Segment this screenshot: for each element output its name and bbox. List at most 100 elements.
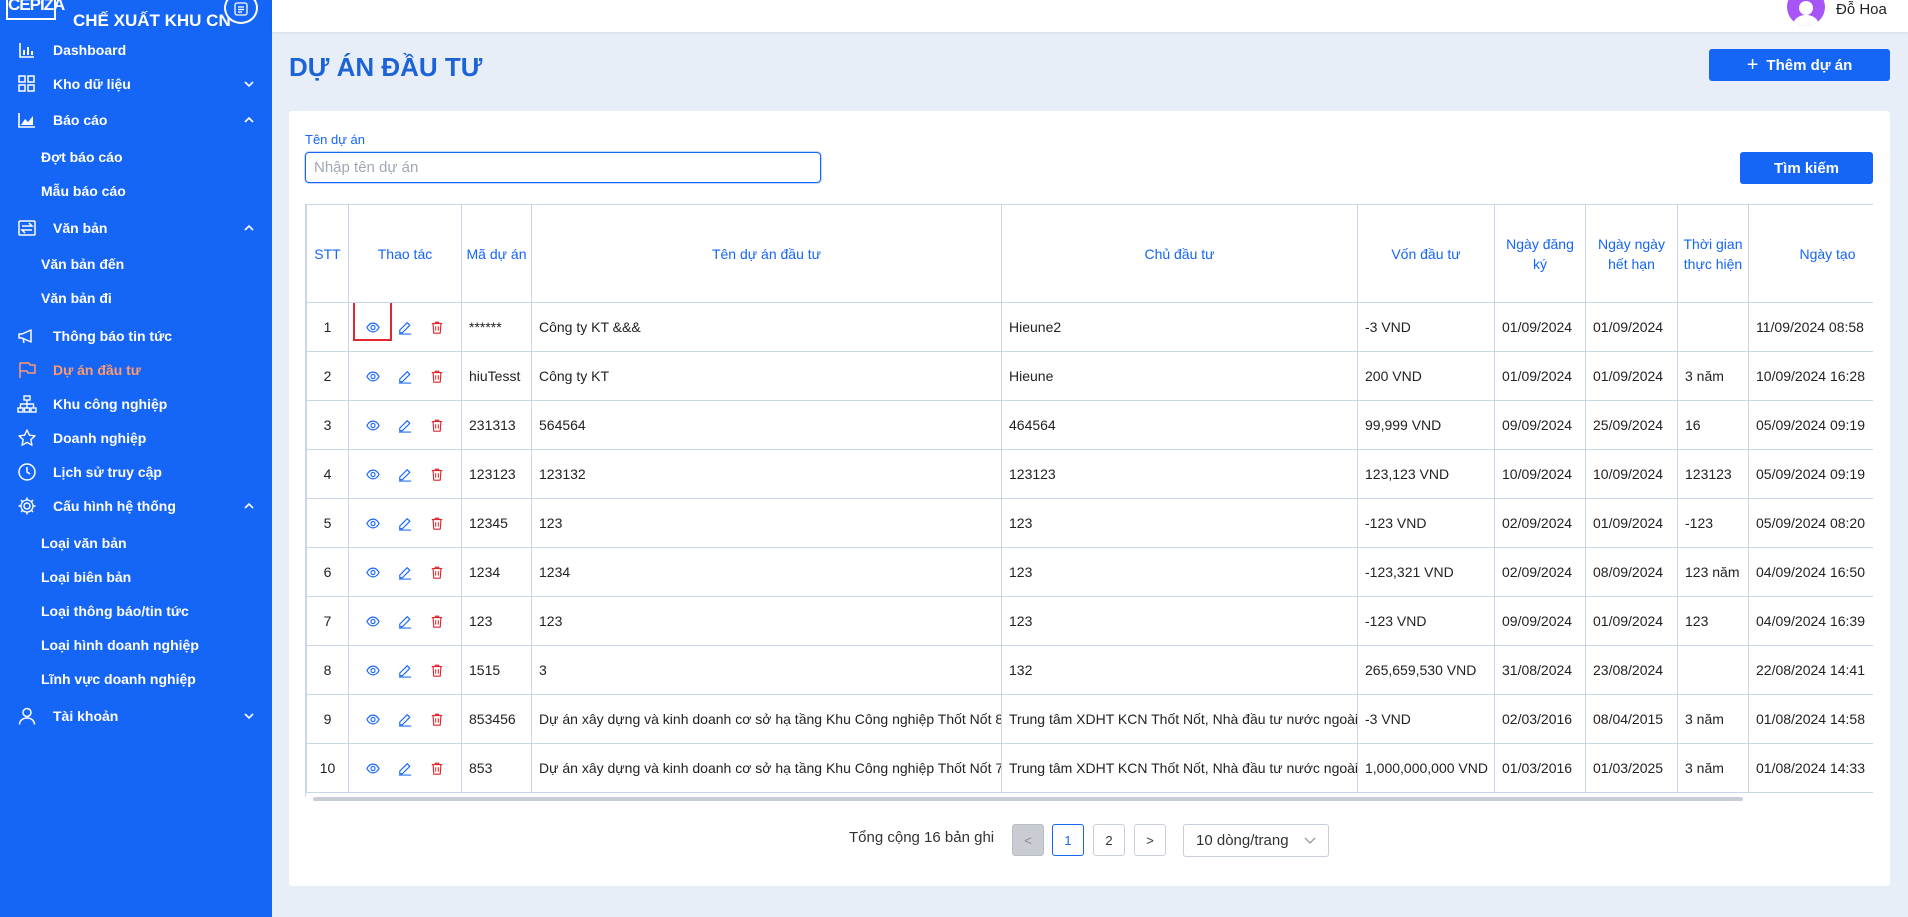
edit-icon[interactable]: [398, 516, 412, 531]
cell-code: 123123: [461, 449, 532, 499]
sidebar-item-dashboard[interactable]: Dashboard: [0, 35, 272, 65]
cell-owner: 123: [1001, 498, 1358, 548]
user-name[interactable]: Đỗ Hoa: [1836, 1, 1887, 18]
cell-code: 231313: [461, 400, 532, 450]
sidebar-subitem-incoming-docs[interactable]: Văn bản đến: [0, 249, 272, 277]
view-icon[interactable]: [366, 320, 380, 334]
chevron-down-icon: [244, 713, 254, 720]
horizontal-scrollbar[interactable]: [313, 797, 1743, 801]
table-row[interactable]: 8 1515 3 132 265,659,530 VND 31/08/2024 23/08/…: [306, 645, 1873, 695]
sidebar-item-reports[interactable]: Báo cáo: [0, 105, 272, 135]
sidebar-item-enterprises[interactable]: Doanh nghiệp: [0, 423, 272, 453]
cell-code: 853456: [461, 694, 532, 744]
delete-icon[interactable]: [430, 320, 444, 334]
edit-icon[interactable]: [398, 467, 412, 482]
sidebar-item-investment-projects[interactable]: Dự án đầu tư: [0, 355, 272, 385]
delete-icon[interactable]: [430, 467, 444, 481]
cell-duration: [1677, 645, 1749, 695]
sidebar-item-industrial-parks[interactable]: Khu công nghiệp: [0, 389, 272, 419]
table-row[interactable]: 7 123 123 123 -123 VND 09/09/2024 01/09/2024 12…: [306, 596, 1873, 646]
cell-exp-date: 01/03/2025: [1585, 743, 1678, 793]
delete-icon[interactable]: [430, 369, 444, 383]
delete-icon[interactable]: [430, 712, 444, 726]
sidebar-subitem-label: Loại biên bản: [41, 569, 132, 585]
view-icon[interactable]: [366, 516, 380, 530]
sidebar-subitem-report-template[interactable]: Mẫu báo cáo: [0, 176, 272, 204]
edit-icon[interactable]: [398, 663, 412, 678]
edit-icon[interactable]: [398, 614, 412, 629]
edit-icon[interactable]: [398, 320, 412, 335]
delete-icon[interactable]: [430, 614, 444, 628]
next-page-button[interactable]: >: [1134, 824, 1166, 856]
page-button-2[interactable]: 2: [1093, 824, 1125, 856]
edit-icon[interactable]: [398, 712, 412, 727]
table-row[interactable]: 6 1234 1234 123 -123,321 VND 02/09/2024 08/09/…: [306, 547, 1873, 597]
delete-icon[interactable]: [430, 418, 444, 432]
sidebar-item-access-history[interactable]: Lịch sử truy cập: [0, 457, 272, 487]
delete-icon[interactable]: [430, 565, 444, 579]
page-button-1[interactable]: 1: [1052, 824, 1084, 856]
table-row[interactable]: 1 ****** Công ty KT &&& Hieune2 -3 VND 01/09/…: [306, 302, 1873, 352]
cell-capital: 1,000,000,000 VND: [1357, 743, 1495, 793]
cell-duration: 3 năm: [1677, 743, 1749, 793]
sidebar-subitem-enterprise-types[interactable]: Loại hình doanh nghiệp: [0, 630, 272, 658]
sidebar-item-news[interactable]: Thông báo tin tức: [0, 321, 272, 351]
sidebar-item-account[interactable]: Tài khoản: [0, 701, 272, 731]
delete-icon[interactable]: [430, 761, 444, 775]
sidebar-subitem-outgoing-docs[interactable]: Văn bản đi: [0, 283, 272, 311]
megaphone-icon: [18, 329, 32, 344]
search-button[interactable]: Tìm kiếm: [1740, 152, 1873, 184]
cell-code: 1234: [461, 547, 532, 597]
table-row[interactable]: 2 hiuTesst Công ty KT Hieune 200 VND 01/09/20…: [306, 351, 1873, 401]
cell-duration: 16: [1677, 400, 1749, 450]
sidebar-item-data-store[interactable]: Kho dữ liệu: [0, 69, 272, 99]
sidebar-subitem-minutes-types[interactable]: Loại biên bản: [0, 562, 272, 590]
sidebar-item-label: Lịch sử truy cập: [53, 464, 162, 480]
cell-duration: -123: [1677, 498, 1749, 548]
table-row[interactable]: 4 123123 123132 123123 123,123 VND 10/09/2024…: [306, 449, 1873, 499]
page-size-select[interactable]: 10 dòng/trang: [1183, 824, 1329, 857]
sidebar-subitem-enterprise-fields[interactable]: Lĩnh vực doanh nghiệp: [0, 664, 272, 692]
view-icon[interactable]: [366, 467, 380, 481]
sidebar-item-documents[interactable]: Văn bản: [0, 213, 272, 243]
view-icon[interactable]: [366, 369, 380, 383]
edit-icon[interactable]: [398, 369, 412, 384]
sidebar-item-system-config[interactable]: Cấu hình hệ thống: [0, 491, 272, 521]
chevron-up-icon: [244, 116, 254, 123]
sidebar-subitem-news-types[interactable]: Loại thông báo/tin tức: [0, 596, 272, 624]
brand-logo: CEPIZA: [6, 0, 65, 20]
cell-created: 05/09/2024 09:19: [1748, 449, 1873, 499]
table-row[interactable]: 3 231313 564564 464564 99,999 VND 09/09/2024 2…: [306, 400, 1873, 450]
view-icon[interactable]: [366, 663, 380, 677]
view-icon[interactable]: [366, 614, 380, 628]
edit-icon[interactable]: [398, 418, 412, 433]
table-header-row: STT Thao tác Mã dự án Tên dự án đầu tư C…: [306, 204, 1873, 303]
view-icon[interactable]: [366, 761, 380, 775]
view-icon[interactable]: [366, 565, 380, 579]
table-row[interactable]: 5 12345 123 123 -123 VND 02/09/2024 01/09/2024…: [306, 498, 1873, 548]
cell-owner: Trung tâm XDHT KCN Thốt Nốt, Nhà đầu tư …: [1001, 743, 1358, 793]
cell-capital: 200 VND: [1357, 351, 1495, 401]
projects-table-container[interactable]: STT Thao tác Mã dự án Tên dự án đầu tư C…: [305, 204, 1873, 797]
table-row[interactable]: 10 853 Dự án xây dựng và kinh doanh cơ sở …: [306, 743, 1873, 793]
view-icon[interactable]: [366, 712, 380, 726]
project-name-input[interactable]: [305, 152, 821, 183]
add-project-button[interactable]: + Thêm dự án: [1709, 49, 1890, 81]
table-row[interactable]: 9 853456 Dự án xây dựng và kinh doanh cơ s…: [306, 694, 1873, 744]
prev-page-button[interactable]: <: [1012, 824, 1044, 856]
delete-icon[interactable]: [430, 663, 444, 677]
view-icon[interactable]: [366, 418, 380, 432]
cell-actions: [348, 302, 462, 352]
sidebar-subitem-doc-types[interactable]: Loại văn bản: [0, 528, 272, 556]
delete-icon[interactable]: [430, 516, 444, 530]
cell-reg-date: 31/08/2024: [1494, 645, 1586, 695]
edit-icon[interactable]: [398, 565, 412, 580]
edit-icon[interactable]: [398, 761, 412, 776]
cell-actions: [348, 743, 462, 793]
cell-capital: 99,999 VND: [1357, 400, 1495, 450]
cell-name: 564564: [531, 400, 1002, 450]
cell-stt: 6: [306, 547, 349, 597]
sidebar-item-label: Kho dữ liệu: [53, 76, 131, 92]
chevron-up-icon: [244, 224, 254, 231]
sidebar-subitem-report-batch[interactable]: Đợt báo cáo: [0, 142, 272, 170]
